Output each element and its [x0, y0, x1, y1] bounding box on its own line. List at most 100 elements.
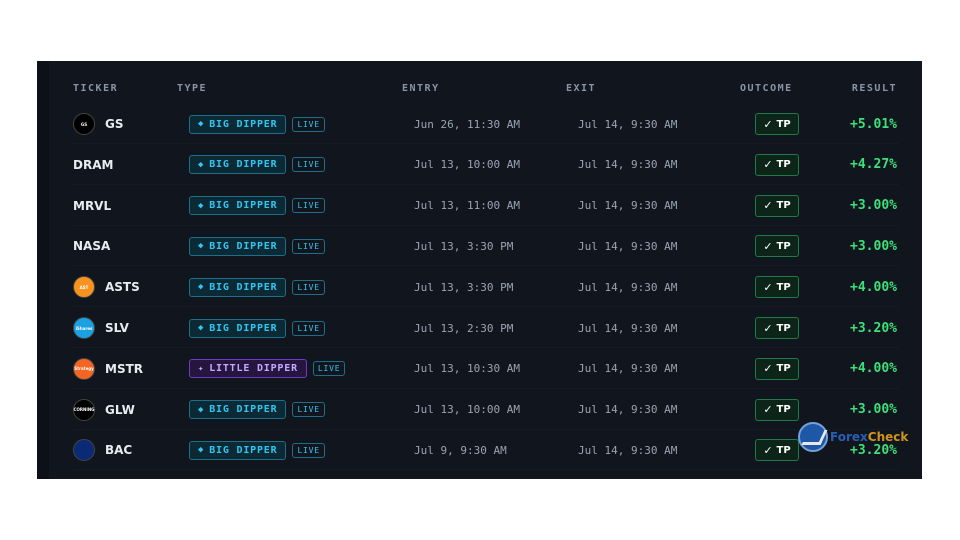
trades-panel: TICKER TYPE ENTRY EXIT OUTCOME RESULT GS…	[37, 61, 922, 479]
outcome-label: TP	[776, 363, 791, 375]
type-badge: ◆ BIG DIPPER	[189, 440, 287, 460]
diamond-icon: ◆	[198, 200, 205, 211]
entry-cell: Jul 13, 2:30 PM	[414, 321, 514, 335]
type-cell: ◆ BIG DIPPER LIVE	[189, 104, 325, 144]
header-exit: EXIT	[566, 83, 597, 94]
outcome-badge: ✓ TP	[755, 113, 799, 135]
entry-cell: Jul 13, 10:00 AM	[414, 403, 520, 417]
exit-cell: Jul 14, 9:30 AM	[578, 280, 678, 294]
live-badge: LIVE	[292, 320, 325, 336]
outcome-cell: ✓ TP	[755, 104, 799, 144]
type-label: BIG DIPPER	[209, 159, 278, 171]
diamond-icon: ◆	[198, 404, 205, 415]
outcome-badge: ✓ TP	[755, 153, 799, 176]
type-label: BIG DIPPER	[209, 200, 278, 212]
outcome-badge: ✓ TP	[755, 398, 799, 421]
live-badge: LIVE	[292, 157, 325, 173]
type-cell: ✦ LITTLE DIPPER LIVE	[189, 349, 346, 389]
type-badge: ◆ BIG DIPPER	[189, 155, 287, 175]
exit-cell: Jul 14, 9:30 AM	[578, 403, 678, 417]
table-row[interactable]: DRAM ◆ BIG DIPPER LIVE Jul 13, 10:00 AM …	[49, 145, 922, 185]
type-cell: ◆ BIG DIPPER LIVE	[189, 430, 325, 470]
check-icon: ✓	[763, 443, 773, 457]
table-row[interactable]: BAC ◆ BIG DIPPER LIVE Jul 9, 9:30 AM Jul…	[49, 430, 922, 471]
diamond-icon: ◆	[198, 323, 205, 333]
outcome-cell: ✓ TP	[755, 267, 799, 307]
table-row[interactable]: AST ASTS ◆ BIG DIPPER LIVE Jul 13, 3:30 …	[49, 267, 922, 308]
type-cell: ◆ BIG DIPPER LIVE	[189, 308, 325, 348]
exit-cell: Jul 14, 9:30 AM	[578, 199, 678, 213]
watermark-text-b: Check	[867, 430, 909, 444]
type-cell: ◆ BIG DIPPER LIVE	[189, 226, 325, 266]
result-value: +3.00%	[850, 238, 897, 254]
gs-logo: GS	[73, 113, 95, 135]
check-icon: ✓	[763, 403, 773, 417]
exit-cell: Jul 14, 9:30 AM	[578, 321, 678, 335]
result-cell: +4.27%	[817, 145, 897, 185]
check-icon: ✓	[763, 239, 773, 253]
result-value: +3.00%	[850, 402, 897, 418]
type-label: BIG DIPPER	[209, 118, 278, 130]
live-badge: LIVE	[312, 361, 346, 377]
result-value: +4.00%	[850, 279, 897, 295]
row-divider	[73, 469, 898, 471]
exit-cell: Jul 14, 9:30 AM	[578, 362, 678, 376]
ticker-symbol: MSTR	[105, 361, 144, 376]
table-row[interactable]: GS GS ◆ BIG DIPPER LIVE Jun 26, 11:30 AM…	[49, 104, 922, 144]
ticker-cell: DRAM	[73, 145, 113, 185]
exit-cell: Jul 14, 9:30 AM	[578, 158, 678, 172]
entry-cell: Jul 13, 3:30 PM	[414, 280, 514, 294]
ticker-cell: Strategy MSTR	[73, 349, 143, 389]
outcome-badge: ✓ TP	[755, 439, 799, 462]
table-row[interactable]: NASA ◆ BIG DIPPER LIVE Jul 13, 3:30 PM J…	[49, 226, 922, 267]
outcome-label: TP	[776, 404, 791, 416]
type-badge: ✦ LITTLE DIPPER	[189, 359, 307, 379]
outcome-label: TP	[776, 444, 791, 456]
outcome-badge: ✓ TP	[755, 317, 799, 339]
header-outcome: OUTCOME	[740, 83, 793, 94]
check-icon: ✓	[763, 321, 773, 335]
table-row[interactable]: iShares SLV ◆ BIG DIPPER LIVE Jul 13, 2:…	[49, 308, 922, 348]
asts-logo: AST	[73, 276, 95, 299]
outcome-cell: ✓ TP	[755, 430, 799, 470]
slv-logo: iShares	[73, 317, 95, 339]
type-label: LITTLE DIPPER	[209, 363, 298, 375]
diamond-icon: ◆	[198, 119, 205, 129]
table-row[interactable]: CORNING GLW ◆ BIG DIPPER LIVE Jul 13, 10…	[49, 390, 922, 430]
ticker-symbol: GLW	[105, 402, 135, 417]
check-icon: ✓	[763, 117, 773, 131]
type-label: BIG DIPPER	[209, 281, 278, 293]
check-icon: ✓	[763, 158, 773, 172]
type-badge: ◆ BIG DIPPER	[189, 318, 287, 338]
glw-logo: CORNING	[73, 398, 95, 421]
trades-table: TICKER TYPE ENTRY EXIT OUTCOME RESULT GS…	[49, 61, 922, 479]
logo-text: AST	[79, 284, 89, 290]
type-badge: ◆ BIG DIPPER	[189, 236, 287, 256]
ticker-symbol: DRAM	[73, 157, 114, 172]
mstr-logo: Strategy	[73, 357, 95, 380]
table-row[interactable]: MRVL ◆ BIG DIPPER LIVE Jul 13, 11:00 AM …	[49, 186, 922, 226]
live-badge: LIVE	[292, 198, 325, 214]
outcome-cell: ✓ TP	[755, 349, 799, 389]
type-cell: ◆ BIG DIPPER LIVE	[189, 186, 325, 226]
outcome-label: TP	[776, 200, 791, 212]
type-badge: ◆ BIG DIPPER	[189, 277, 287, 297]
entry-cell: Jun 26, 11:30 AM	[414, 117, 520, 131]
table-row[interactable]: Strategy MSTR ✦ LITTLE DIPPER LIVE Jul 1…	[49, 349, 922, 389]
watermark-text: ForexCheck	[830, 430, 908, 444]
entry-cell: Jul 13, 10:30 AM	[414, 362, 520, 376]
forexcheck-watermark: ForexCheck	[798, 422, 908, 452]
outcome-cell: ✓ TP	[755, 145, 799, 185]
result-value: +3.20%	[850, 320, 897, 336]
diamond-icon: ◆	[198, 159, 205, 170]
live-badge: LIVE	[292, 116, 325, 132]
outcome-badge: ✓ TP	[755, 357, 799, 380]
type-label: BIG DIPPER	[209, 444, 278, 456]
check-icon: ✓	[763, 199, 773, 213]
result-cell: +3.00%	[817, 226, 897, 266]
type-cell: ◆ BIG DIPPER LIVE	[189, 267, 325, 307]
diamond-icon: ◆	[198, 445, 205, 456]
exit-cell: Jul 14, 9:30 AM	[578, 443, 678, 457]
type-label: BIG DIPPER	[209, 404, 278, 416]
header-result: RESULT	[851, 83, 897, 94]
